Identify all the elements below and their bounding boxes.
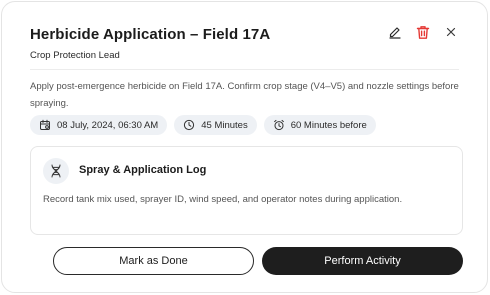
dna-icon bbox=[43, 158, 69, 184]
activity-card: Herbicide Application – Field 17A Crop P… bbox=[1, 1, 488, 293]
activity-role: Crop Protection Lead bbox=[30, 50, 120, 61]
date-chip: 08 July, 2024, 06:30 AM bbox=[30, 115, 168, 135]
header-divider bbox=[30, 69, 459, 70]
activity-description: Apply post-emergence herbicide on Field … bbox=[30, 81, 459, 109]
header-actions bbox=[387, 24, 459, 40]
reminder-text: 60 Minutes before bbox=[290, 119, 367, 131]
clock-icon bbox=[184, 119, 195, 131]
alarm-icon bbox=[273, 119, 284, 131]
activity-title: Herbicide Application – Field 17A bbox=[30, 26, 271, 43]
meta-chips: 08 July, 2024, 06:30 AM 45 Minutes 60 Mi… bbox=[30, 115, 376, 135]
reminder-chip: 60 Minutes before bbox=[263, 115, 376, 135]
perform-activity-button[interactable]: Perform Activity bbox=[262, 247, 463, 275]
close-icon[interactable] bbox=[443, 24, 459, 40]
mark-as-done-button[interactable]: Mark as Done bbox=[53, 247, 254, 275]
log-title: Spray & Application Log bbox=[79, 164, 207, 176]
trash-icon[interactable] bbox=[415, 24, 431, 40]
log-description: Record tank mix used, sprayer ID, wind s… bbox=[43, 194, 403, 205]
duration-chip: 45 Minutes bbox=[174, 115, 257, 135]
pencil-icon[interactable] bbox=[387, 24, 403, 40]
application-log-panel[interactable]: Spray & Application Log Record tank mix … bbox=[30, 146, 463, 235]
duration-text: 45 Minutes bbox=[201, 119, 248, 131]
date-text: 08 July, 2024, 06:30 AM bbox=[57, 119, 159, 131]
calendar-icon bbox=[40, 119, 50, 130]
